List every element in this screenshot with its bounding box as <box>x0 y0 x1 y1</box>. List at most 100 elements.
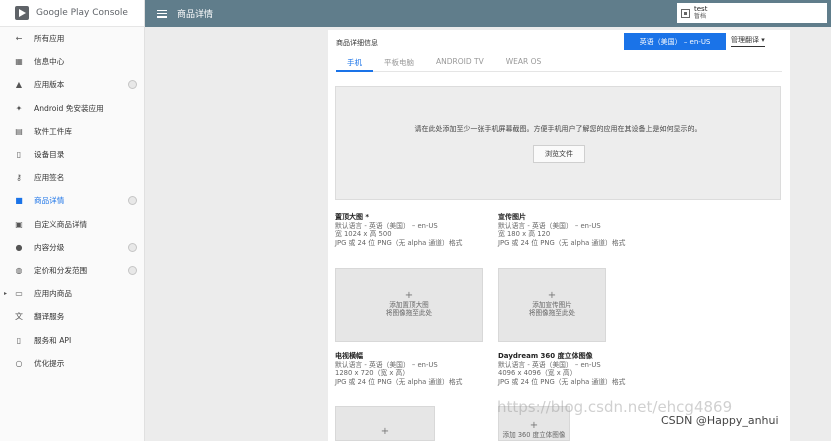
sidebar-item[interactable]: ▯ 设备目录 <box>0 143 144 166</box>
sidebar-item[interactable]: ▦ 信息中心 <box>0 50 144 73</box>
instant-app-icon: ✦ <box>15 103 23 113</box>
asset-line: 宽 180 x 高 120 <box>498 230 551 238</box>
globe-icon: ◍ <box>15 265 23 275</box>
sidebar-item-label: 应用内商品 <box>34 289 72 299</box>
asset-line: 默认语言 - 英语（美国） – en-US <box>498 360 601 369</box>
hamburger-menu-icon[interactable] <box>157 9 167 18</box>
sidebar-item[interactable]: ▸ ▭ 应用内商品 <box>0 282 144 305</box>
promo-graphic-dropzone[interactable]: + 添加宣传图片 将图像拖至此处 <box>498 268 606 342</box>
asset-line: 1280 x 720（宽 x 高） <box>335 369 410 377</box>
status-check-icon <box>128 196 137 206</box>
dropzone-hint: 将图像拖至此处 <box>385 309 433 317</box>
asset-title: 置顶大图 * <box>335 213 370 221</box>
sidebar-item[interactable]: ← 所有应用 <box>0 27 144 50</box>
plus-icon: + <box>547 290 557 301</box>
account-switcher[interactable]: test 暂档 <box>677 3 827 23</box>
asset-line: JPG 或 24 位 PNG（无 alpha 通道）格式 <box>498 377 626 386</box>
sidebar-item-label: 信息中心 <box>34 57 65 67</box>
asset-line: JPG 或 24 位 PNG（无 alpha 通道）格式 <box>335 377 463 386</box>
plus-icon: + <box>380 426 390 437</box>
sidebar-item-label: 所有应用 <box>34 34 65 44</box>
rocket-icon: ▲ <box>15 80 23 90</box>
dropzone-label: 添加置顶大图 <box>389 301 429 309</box>
asset-line: 4096 x 4096（宽 x 高） <box>498 369 577 377</box>
sidebar-nav: ← 所有应用 ▦ 信息中心 ▲ 应用版本 ✦ Android 免安装应用 ▤ 软件工件库 ▯ 设备目录… <box>0 27 144 375</box>
sidebar-item-label: 定价和分发范围 <box>34 265 88 275</box>
translate-icon: 文 <box>15 312 23 322</box>
expand-caret-icon[interactable]: ▸ <box>4 290 7 297</box>
asset-line: 宽 1024 x 高 500 <box>335 230 392 238</box>
device-tabs: 手机 平板电脑 ANDROID TV WEAR OS <box>336 52 782 72</box>
sidebar-item[interactable]: ⚷ 应用签名 <box>0 166 144 189</box>
sidebar-item-label: 应用版本 <box>34 80 65 90</box>
screenshot-hint: 请在此处添加至少一张手机屏幕截图。方便手机用户了解您的应用在其设备上是如何显示的… <box>414 125 702 133</box>
status-check-icon <box>128 80 137 90</box>
tab-wear-os[interactable]: WEAR OS <box>495 52 553 72</box>
asset-line: JPG 或 24 位 PNG（无 alpha 通道）格式 <box>498 238 626 247</box>
asset-line: JPG 或 24 位 PNG（无 alpha 通道）格式 <box>335 238 463 247</box>
sidebar-item[interactable]: ◍ 定价和分发范围 <box>0 259 144 282</box>
sidebar: Google Play Console ← 所有应用 ▦ 信息中心 ▲ 应用版本 ✦ Andr… <box>0 0 145 441</box>
brand[interactable]: Google Play Console <box>0 0 144 27</box>
sidebar-item-label: 优化提示 <box>34 358 65 368</box>
library-icon: ▤ <box>15 126 23 136</box>
sidebar-item[interactable]: ○ 优化提示 <box>0 352 144 375</box>
sidebar-item[interactable]: ● 内容分级 <box>0 236 144 259</box>
dropzone-label: 添加宣传图片 <box>532 301 572 309</box>
tv-banner-dropzone[interactable]: + <box>335 406 435 441</box>
account-icon <box>681 8 690 18</box>
status-check-icon <box>128 242 137 252</box>
top-bar: 商品详情 test 暂档 <box>145 0 831 27</box>
dropzone-hint: 将图像拖至此处 <box>528 309 576 317</box>
device-catalog-icon: ▯ <box>16 150 22 160</box>
daydream-image-info: Daydream 360 度立体图像 默认语言 - 英语（美国） – en-US… <box>498 352 625 386</box>
sidebar-item[interactable]: ▤ 软件工件库 <box>0 120 144 143</box>
sidebar-item-label: Android 免安装应用 <box>34 103 104 113</box>
rating-icon: ● <box>15 242 23 252</box>
asset-title: Daydream 360 度立体图像 <box>498 352 593 360</box>
sidebar-item[interactable]: ▯ 服务和 API <box>0 328 144 351</box>
sidebar-item[interactable]: ▲ 应用版本 <box>0 73 144 96</box>
sidebar-item[interactable]: ■ 商品详情 <box>0 189 144 212</box>
screenshot-dropzone[interactable]: 请在此处添加至少一张手机屏幕截图。方便手机用户了解您的应用在其设备上是如何显示的… <box>335 86 781 200</box>
sidebar-item-label: 应用签名 <box>34 173 65 183</box>
language-button[interactable]: 英语（美国） – en-US <box>624 33 726 50</box>
watermark-credit: CSDN @Happy_anhui <box>661 414 779 427</box>
feature-graphic-dropzone[interactable]: + 添加置顶大图 将图像拖至此处 <box>335 268 483 342</box>
sidebar-item[interactable]: 文 翻译服务 <box>0 305 144 328</box>
sidebar-item-label: 设备目录 <box>34 150 65 160</box>
sidebar-item-label: 服务和 API <box>34 335 72 345</box>
asset-line: 默认语言 - 英语（美国） – en-US <box>335 221 438 230</box>
api-icon: ▯ <box>16 335 22 345</box>
sidebar-item[interactable]: ✦ Android 免安装应用 <box>0 97 144 120</box>
lightbulb-icon: ○ <box>15 358 23 368</box>
sidebar-item[interactable]: ▣ 自定义商品详情 <box>0 213 144 236</box>
custom-store-icon: ▣ <box>15 219 23 229</box>
feature-graphic-info: 置顶大图 * 默认语言 - 英语（美国） – en-US 宽 1024 x 高 … <box>335 213 462 247</box>
tab-phone[interactable]: 手机 <box>336 52 373 72</box>
arrow-left-icon: ← <box>15 34 23 44</box>
dropzone-label: 添加 360 度立体图像 <box>502 431 566 439</box>
account-status: 暂档 <box>694 13 707 20</box>
store-icon: ■ <box>15 196 23 206</box>
plus-icon: + <box>404 290 414 301</box>
dashboard-icon: ▦ <box>15 57 23 67</box>
asset-line: 默认语言 - 英语（美国） – en-US <box>498 221 601 230</box>
plus-icon: + <box>529 420 539 431</box>
asset-title: 宣传图片 <box>498 213 526 221</box>
tab-android-tv[interactable]: ANDROID TV <box>425 52 495 72</box>
promo-graphic-info: 宣传图片 默认语言 - 英语（美国） – en-US 宽 180 x 高 120… <box>498 213 625 247</box>
in-app-products-icon: ▭ <box>15 289 23 299</box>
browse-files-button[interactable]: 浏览文件 <box>533 145 585 163</box>
sidebar-item-label: 软件工件库 <box>34 126 72 136</box>
section-title: 商品详细信息 <box>336 39 378 47</box>
sidebar-item-label: 翻译服务 <box>34 312 65 322</box>
tab-tablet[interactable]: 平板电脑 <box>373 52 425 72</box>
asset-line: 默认语言 - 英语（美国） – en-US <box>335 360 438 369</box>
asset-title: 电视横幅 <box>335 352 363 360</box>
account-name: test <box>694 5 708 13</box>
sidebar-item-label: 内容分级 <box>34 242 65 252</box>
sidebar-item-label: 自定义商品详情 <box>34 219 88 229</box>
page-title: 商品详情 <box>177 10 214 20</box>
manage-translations-button[interactable]: 管理翻译 ▾ <box>731 35 765 47</box>
